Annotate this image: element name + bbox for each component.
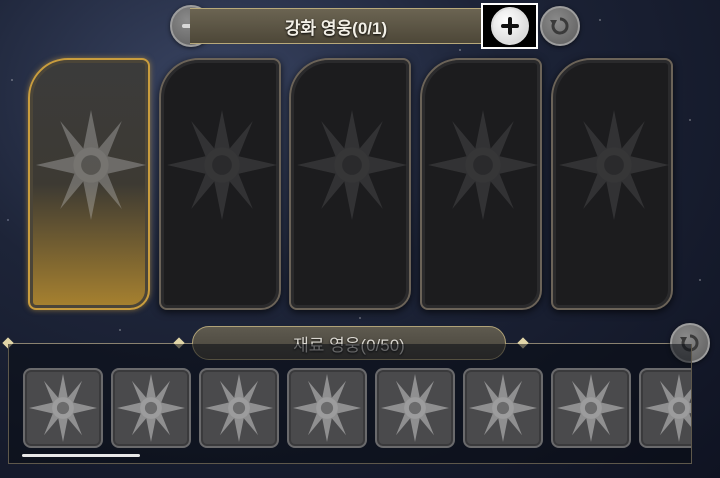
sun-emblem-icon [381, 374, 449, 442]
material-hero-card[interactable] [23, 368, 103, 448]
material-hero-list[interactable] [8, 344, 692, 464]
enhance-hero-slot[interactable] [551, 58, 673, 310]
sun-emblem-icon [557, 374, 625, 442]
sun-emblem-icon [297, 110, 407, 220]
enhance-hero-slot[interactable] [159, 58, 281, 310]
reset-icon [550, 17, 569, 35]
sun-emblem-icon [29, 374, 97, 442]
sun-emblem-icon [645, 374, 691, 442]
material-hero-card[interactable] [287, 368, 367, 448]
sun-emblem-icon [293, 374, 361, 442]
material-hero-card[interactable] [111, 368, 191, 448]
enhance-hero-slot[interactable] [420, 58, 542, 310]
material-hero-card[interactable] [463, 368, 543, 448]
plus-icon [500, 17, 519, 35]
material-hero-card[interactable] [199, 368, 279, 448]
enhance-hero-title: 강화 영웅(0/1) [284, 18, 388, 38]
sun-emblem-icon [117, 374, 185, 442]
increase-button[interactable] [490, 7, 529, 45]
material-list-scrollbar[interactable] [22, 454, 140, 457]
sun-emblem-icon [469, 374, 537, 442]
sun-emblem-icon [167, 110, 277, 220]
enhance-hero-slot[interactable] [289, 58, 411, 310]
reset-enhance-button[interactable] [540, 6, 580, 46]
sun-emblem-icon [36, 110, 146, 220]
material-hero-card[interactable] [551, 368, 631, 448]
material-hero-card[interactable] [375, 368, 455, 448]
sun-emblem-icon [205, 374, 273, 442]
sun-emblem-icon [428, 110, 538, 220]
sun-emblem-icon [559, 110, 669, 220]
enhance-hero-header: 강화 영웅(0/1) [190, 8, 482, 44]
material-hero-card[interactable] [639, 368, 691, 448]
increase-button-highlight[interactable] [481, 3, 538, 49]
enhance-hero-slot[interactable] [28, 58, 150, 310]
